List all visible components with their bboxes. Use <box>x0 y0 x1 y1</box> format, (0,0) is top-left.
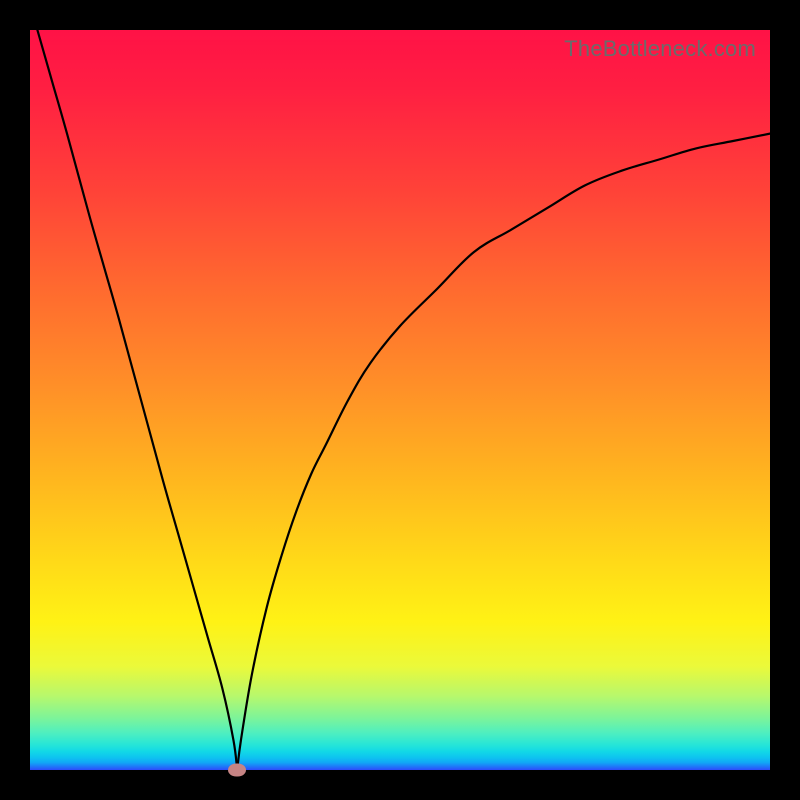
chart-frame: TheBottleneck.com <box>0 0 800 800</box>
right-branch <box>237 134 770 770</box>
curve-layer <box>30 30 770 770</box>
vertex-marker <box>228 764 246 777</box>
left-branch <box>37 30 237 770</box>
plot-area: TheBottleneck.com <box>30 30 770 770</box>
